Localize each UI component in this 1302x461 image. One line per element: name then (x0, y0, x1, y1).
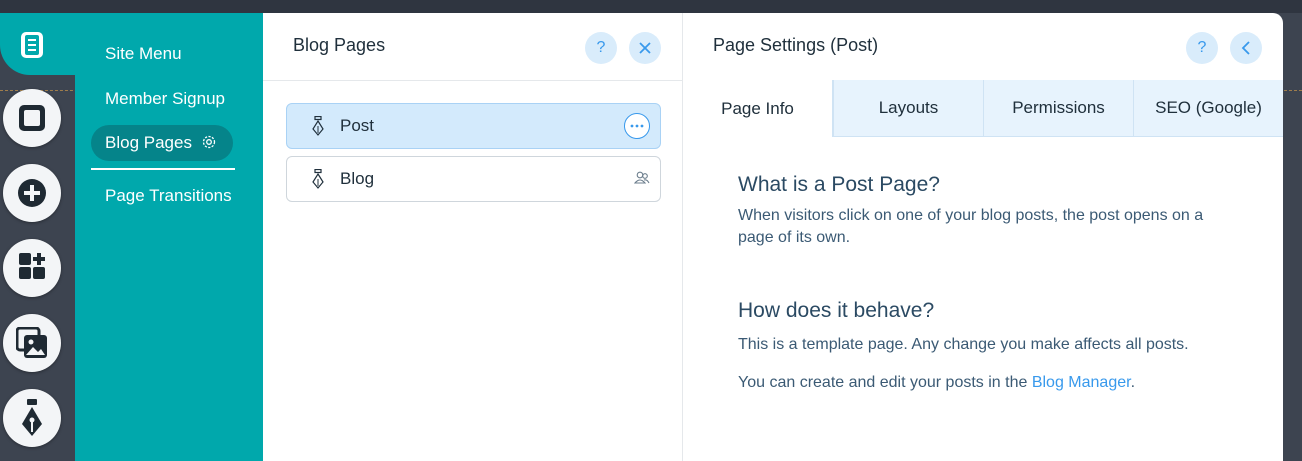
editor-canvas-top (0, 0, 1302, 13)
blog-pen-icon (312, 169, 324, 189)
menu-item-site-menu[interactable]: Site Menu (91, 36, 196, 72)
help-icon: ? (596, 39, 606, 56)
help-button[interactable]: ? (585, 32, 617, 64)
apps-button[interactable] (3, 239, 61, 297)
section-heading: What is a Post Page? (738, 173, 940, 196)
blog-pen-icon (312, 116, 324, 136)
site-menu-panel: Site Menu Member Signup Blog Pages Page … (75, 13, 263, 461)
note-suffix: . (1130, 374, 1136, 391)
menu-divider (91, 168, 235, 170)
pages-dialog: Blog Pages ? Post Blog Page Settings (Po… (263, 13, 1283, 461)
blog-manager-link[interactable]: Blog Manager (1032, 374, 1131, 391)
tab-page-info[interactable]: Page Info (683, 80, 833, 137)
left-tool-rail (0, 0, 75, 461)
section-body: When visitors click on one of your blog … (738, 207, 1204, 246)
more-actions-button[interactable] (624, 113, 650, 139)
help-button[interactable]: ? (1186, 32, 1218, 64)
blog-pages-column: Blog Pages ? Post Blog (263, 13, 683, 461)
menu-item-blog-pages[interactable]: Blog Pages (91, 125, 233, 161)
box-icon (19, 105, 45, 131)
page-settings-header: Page Settings (Post) ? (683, 13, 1283, 81)
background-button[interactable] (3, 89, 61, 147)
close-icon (639, 42, 651, 54)
help-icon: ? (1197, 39, 1207, 56)
media-icon (16, 327, 47, 358)
back-icon (1241, 41, 1250, 55)
menu-item-member-signup[interactable]: Member Signup (91, 81, 239, 117)
members-icon (634, 171, 650, 184)
settings-tabs: Page Info Layouts Permissions SEO (Googl… (683, 80, 1283, 138)
pages-icon (21, 32, 43, 58)
blog-pages-header: Blog Pages ? (263, 13, 682, 81)
pages-button[interactable] (3, 16, 61, 74)
note-text: You can create and edit your posts in th… (738, 374, 1032, 391)
add-icon (18, 179, 46, 207)
page-row-label: Post (340, 116, 375, 135)
add-button[interactable] (3, 164, 61, 222)
apps-icon (19, 253, 45, 279)
gear-icon (202, 135, 215, 149)
blog-button[interactable] (3, 389, 61, 447)
tab-layouts[interactable]: Layouts (833, 80, 983, 137)
menu-item-page-transitions[interactable]: Page Transitions (91, 178, 246, 214)
close-button[interactable] (629, 32, 661, 64)
blog-pen-icon (22, 399, 42, 436)
blog-manager-note: You can create and edit your posts in th… (738, 372, 1238, 394)
section-body: This is a template page. Any change you … (738, 336, 1189, 353)
page-row-post[interactable]: Post (286, 103, 661, 149)
blog-pages-title: Blog Pages (293, 35, 386, 55)
page-row-blog[interactable]: Blog (286, 156, 661, 202)
section-heading: How does it behave? (738, 299, 935, 322)
media-button[interactable] (3, 314, 61, 372)
page-info-content: What is a Post Page? When visitors click… (738, 173, 1238, 394)
page-settings-column: Page Settings (Post) ? Page Info Layouts… (683, 13, 1283, 461)
tab-permissions[interactable]: Permissions (983, 80, 1133, 137)
back-button[interactable] (1230, 32, 1262, 64)
page-row-label: Blog (340, 169, 375, 188)
more-icon (630, 124, 644, 128)
page-settings-title: Page Settings (Post) (713, 35, 879, 55)
menu-item-blog-pages-label: Blog Pages (105, 133, 192, 152)
tab-seo[interactable]: SEO (Google) (1133, 80, 1283, 137)
